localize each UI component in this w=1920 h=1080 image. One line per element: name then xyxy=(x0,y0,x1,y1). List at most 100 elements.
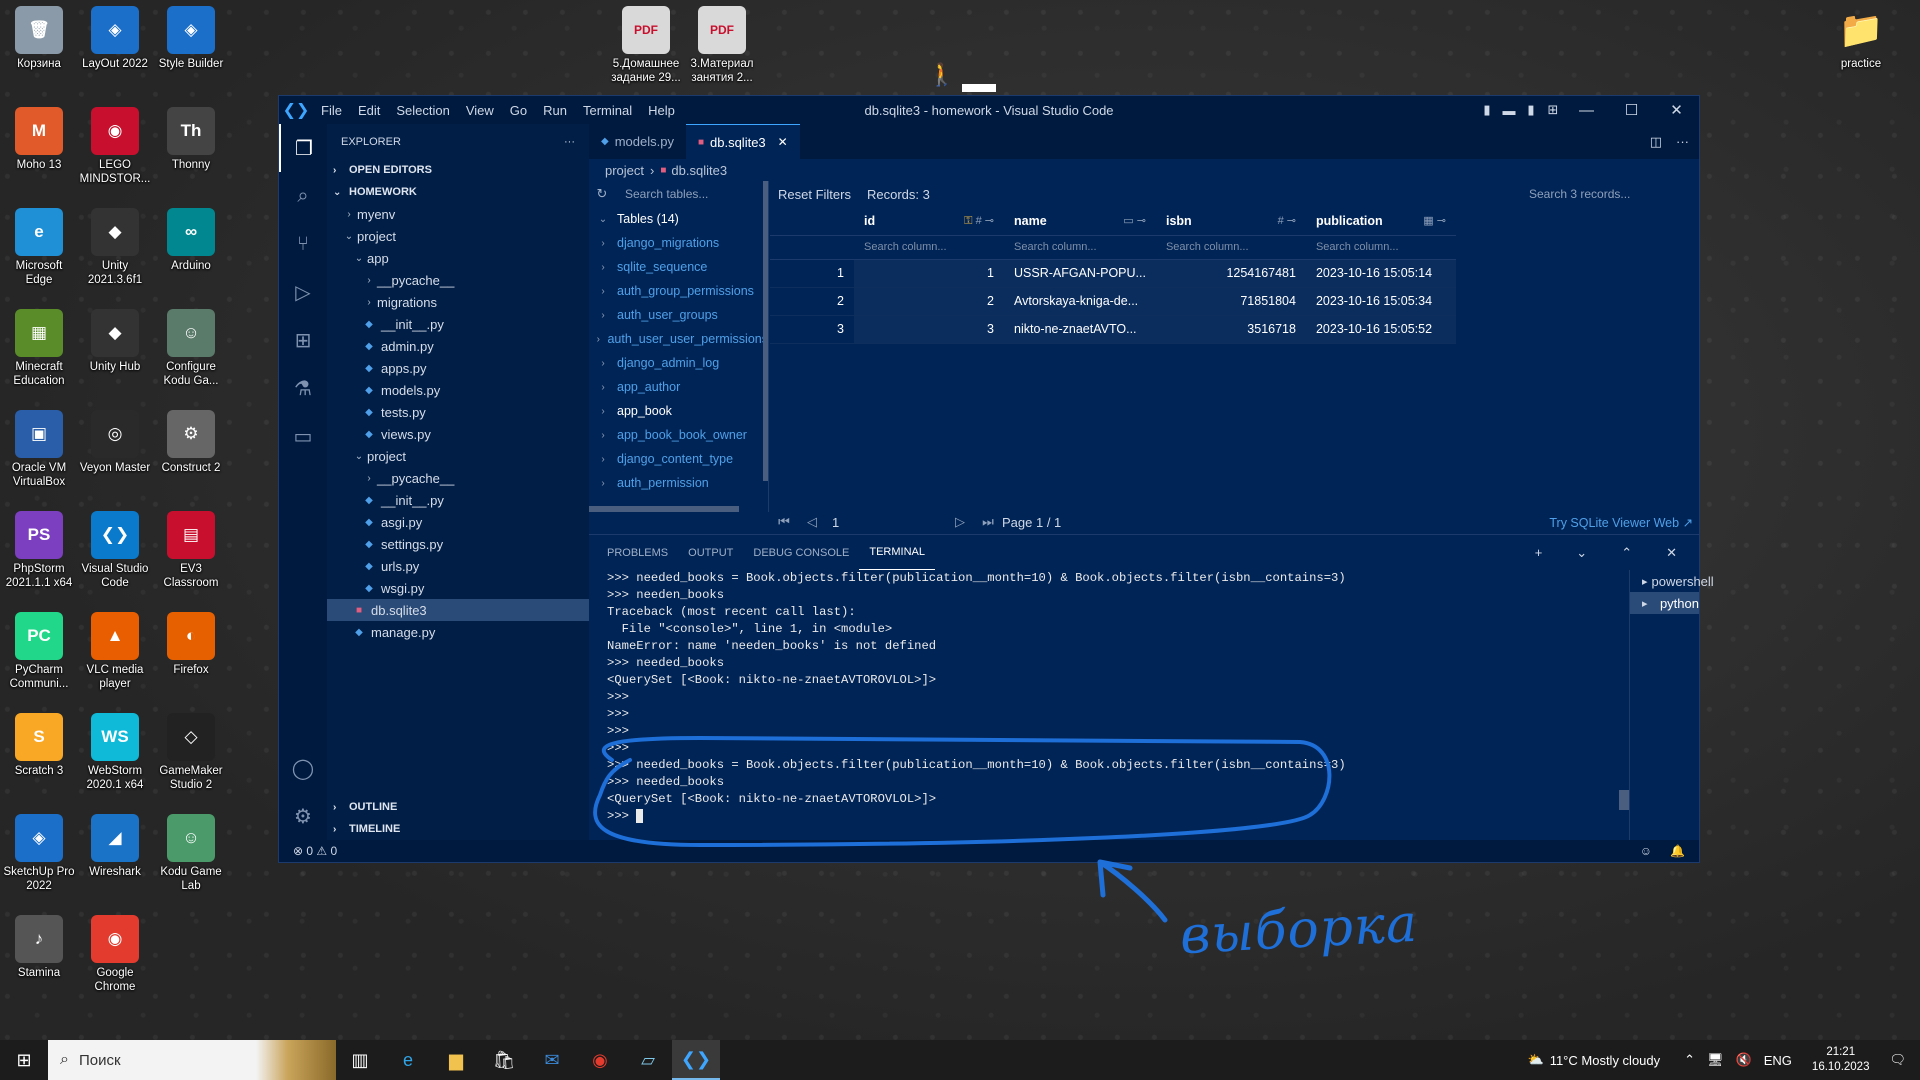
language-indicator[interactable]: ENG xyxy=(1764,1053,1792,1068)
desktop-icon[interactable]: ▣ Oracle VM VirtualBox xyxy=(2,410,76,489)
explorer-icon[interactable]: ❐ xyxy=(279,124,327,172)
table-item[interactable]: › auth_user_user_permissions xyxy=(589,327,768,351)
desktop-icon[interactable]: ▲ VLC media player xyxy=(78,612,152,691)
cell-id[interactable]: 3 xyxy=(854,315,1004,344)
cell-publication[interactable]: 2023-10-16 15:05:34 xyxy=(1305,287,1456,316)
cell-name[interactable]: nikto-ne-znaetAVTO... xyxy=(1004,315,1156,344)
run-debug-icon[interactable]: ▷ xyxy=(279,268,327,316)
editor-more-icon[interactable]: ··· xyxy=(1676,134,1689,149)
close-window-button[interactable]: ✕ xyxy=(1654,101,1699,119)
homework-section[interactable]: ⌄ HOMEWORK xyxy=(327,181,589,203)
tree-folder[interactable]: › migrations xyxy=(327,291,589,313)
chrome-taskbar-icon[interactable]: ◉ xyxy=(576,1040,624,1080)
tree-file[interactable]: ◆ views.py xyxy=(327,423,589,445)
cell-isbn[interactable]: 1254167481 xyxy=(1155,259,1306,288)
desktop-icon[interactable]: ◎ Veyon Master xyxy=(78,410,152,475)
desktop-icon[interactable]: ❮❯ Visual Studio Code xyxy=(78,511,152,590)
desktop-icon[interactable]: ∞ Arduino xyxy=(154,208,228,273)
desktop-icon[interactable]: WS WebStorm 2020.1 x64 xyxy=(78,713,152,792)
extensions-icon[interactable]: ⊞ xyxy=(279,316,327,364)
terminal-instance[interactable]: ▸ powershell xyxy=(1630,570,1714,592)
table-item[interactable]: › auth_user_groups xyxy=(589,303,768,327)
pin-column-icon[interactable]: ⊸ xyxy=(1287,215,1296,227)
notepad-taskbar-icon[interactable]: ▱ xyxy=(624,1040,672,1080)
outline-section[interactable]: › OUTLINE xyxy=(327,796,589,818)
toggle-secondary-sidebar-icon[interactable]: ▮ xyxy=(1520,102,1542,118)
tree-file[interactable]: ◆ __init__.py xyxy=(327,489,589,511)
tree-file[interactable]: ◆ manage.py xyxy=(327,621,589,643)
tree-file[interactable]: ◆ __init__.py xyxy=(327,313,589,335)
manage-gear-icon[interactable]: ⚙ xyxy=(279,792,327,840)
desktop-icon[interactable]: ♪ Stamina xyxy=(2,915,76,980)
try-sqlite-viewer-link[interactable]: Try SQLite Viewer Web ↗ xyxy=(1549,515,1693,530)
desktop-icon[interactable]: ▦ Minecraft Education xyxy=(2,309,76,388)
breadcrumb-file[interactable]: db.sqlite3 xyxy=(671,163,727,178)
table-item[interactable]: › app_author xyxy=(589,375,768,399)
desktop-icon[interactable]: ☺ Configure Kodu Ga... xyxy=(154,309,228,388)
desktop-icon[interactable]: Th Thonny xyxy=(154,107,228,172)
maximize-panel-icon[interactable]: ⌃ xyxy=(1611,535,1642,570)
panel-tab-problems[interactable]: PROBLEMS xyxy=(597,535,678,570)
table-item[interactable]: › django_migrations xyxy=(589,231,768,255)
menu-go[interactable]: Go xyxy=(502,103,535,118)
file-explorer-icon[interactable]: ▆ xyxy=(432,1040,480,1080)
tree-file[interactable]: ◆ settings.py xyxy=(327,533,589,555)
windows-start-icon[interactable]: ⊞ xyxy=(0,1040,48,1080)
terminal-view-icon[interactable]: ▭ xyxy=(279,412,327,460)
desktop-icon[interactable]: ◉ Google Chrome xyxy=(78,915,152,994)
table-row[interactable]: 2 2 Avtorskaya-kniga-de... 71851804 2023-10-… xyxy=(770,287,1456,316)
minimize-button[interactable]: — xyxy=(1564,102,1609,119)
cell-id[interactable]: 1 xyxy=(854,259,1004,288)
testing-icon[interactable]: ⚗ xyxy=(279,364,327,412)
desktop-icon[interactable]: M Moho 13 xyxy=(2,107,76,172)
table-row[interactable]: 3 3 nikto-ne-znaetAVTO... 3516718 2023-10-16… xyxy=(770,315,1456,344)
cell-publication[interactable]: 2023-10-16 15:05:52 xyxy=(1305,315,1456,344)
prev-page-icon[interactable]: ◁ xyxy=(798,514,826,530)
task-view-icon[interactable]: ▥ xyxy=(336,1040,384,1080)
column-header-publication[interactable]: publication ▦ ⊸ xyxy=(1305,207,1456,236)
cell-isbn[interactable]: 3516718 xyxy=(1155,315,1306,344)
show-hidden-icons-icon[interactable]: ⌃ xyxy=(1684,1052,1695,1068)
menu-edit[interactable]: Edit xyxy=(350,103,388,118)
tree-file[interactable]: ■ db.sqlite3 xyxy=(327,599,589,621)
desktop-pdf-icon[interactable]: PDF 3.Материал занятия 2... xyxy=(685,6,759,85)
tree-folder[interactable]: ⌄ project xyxy=(327,445,589,467)
table-item[interactable]: › auth_permission xyxy=(589,471,768,495)
desktop-icon[interactable]: ☺ Kodu Game Lab xyxy=(154,814,228,893)
desktop-icon[interactable]: PS PhpStorm 2021.1.1 x64 xyxy=(2,511,76,590)
editor-tab[interactable]: ■ db.sqlite3 ✕ xyxy=(685,124,800,159)
desktop-pdf-icon[interactable]: PDF 5.Домашнее задание 29... xyxy=(609,6,683,85)
column-filter-input[interactable]: Search column... xyxy=(1305,235,1456,260)
table-item[interactable]: › app_book xyxy=(589,399,768,423)
search-records-input[interactable]: Search 3 records... xyxy=(1529,187,1689,201)
pin-column-icon[interactable]: ⊸ xyxy=(1137,215,1146,227)
maximize-button[interactable]: ☐ xyxy=(1609,101,1654,119)
tables-scrollbar[interactable] xyxy=(763,181,768,481)
close-panel-icon[interactable]: ✕ xyxy=(1656,535,1687,570)
table-item[interactable]: › sqlite_sequence xyxy=(589,255,768,279)
desktop-icon[interactable]: ◆ Unity Hub xyxy=(78,309,152,374)
menu-help[interactable]: Help xyxy=(640,103,683,118)
edge-taskbar-icon[interactable]: e xyxy=(384,1040,432,1080)
customize-layout-icon[interactable]: ⊞ xyxy=(1542,102,1564,118)
tree-folder[interactable]: › __pycache__ xyxy=(327,269,589,291)
vscode-taskbar-icon[interactable]: ❮❯ xyxy=(672,1040,720,1080)
cell-name[interactable]: USSR-AFGAN-POPU... xyxy=(1004,259,1156,288)
notifications-bell-icon[interactable]: 🔔 xyxy=(1670,844,1685,858)
reset-filters-button[interactable]: Reset Filters xyxy=(770,187,859,202)
new-terminal-icon[interactable]: + xyxy=(1525,535,1553,570)
clock[interactable]: 21:21 16.10.2023 xyxy=(1812,1045,1870,1075)
tree-file[interactable]: ◆ tests.py xyxy=(327,401,589,423)
menu-view[interactable]: View xyxy=(458,103,502,118)
tree-folder[interactable]: › myenv xyxy=(327,203,589,225)
table-item[interactable]: › django_admin_log xyxy=(589,351,768,375)
desktop-icon[interactable]: e Microsoft Edge xyxy=(2,208,76,287)
close-tab-icon[interactable]: ✕ xyxy=(778,135,788,149)
table-item[interactable]: › django_content_type xyxy=(589,447,768,471)
table-item[interactable]: › auth_group_permissions xyxy=(589,279,768,303)
practice-folder[interactable]: 📁 practice xyxy=(1824,6,1898,71)
panel-tab-debug-console[interactable]: DEBUG CONSOLE xyxy=(743,535,859,570)
first-page-icon[interactable]: ⏮ xyxy=(770,514,798,530)
menu-terminal[interactable]: Terminal xyxy=(575,103,640,118)
cell-id[interactable]: 2 xyxy=(854,287,1004,316)
